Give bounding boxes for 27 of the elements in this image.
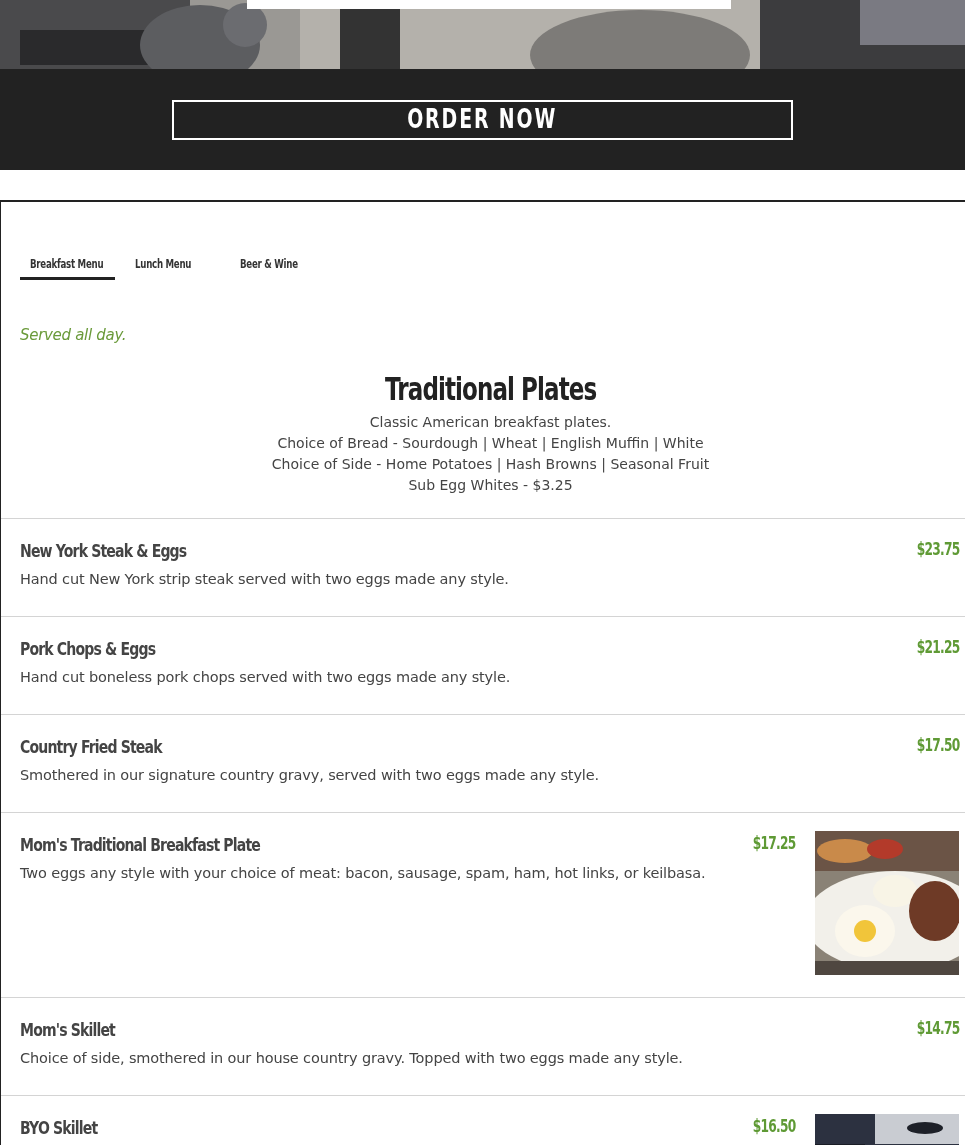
item-description: Hand cut New York strip steak served with two eggs made any style. [20, 569, 510, 589]
item-price: $21.25 [916, 635, 959, 659]
section-description: Classic American breakfast plates. [369, 412, 612, 432]
item-name: Mom's Skillet [20, 1017, 115, 1042]
item-price: $17.50 [916, 733, 959, 757]
item-name: New York Steak & Eggs [20, 538, 187, 563]
item-price: $23.75 [916, 537, 959, 561]
menu-tab[interactable]: Lunch Menu [125, 248, 220, 280]
section-description: Sub Egg Whites - $3.25 [408, 475, 573, 495]
section-description: Choice of Bread - Sourdough | Wheat | English Muffin | White [277, 433, 704, 454]
order-now-button[interactable]: ORDER NOW [172, 99, 793, 140]
menu-tab[interactable]: Breakfast Menu [20, 248, 115, 280]
section-description: Choice of Side - Home Potatoes | Hash Browns | Seasonal Fruit [271, 454, 710, 475]
menu-note: Served all day. [20, 325, 128, 346]
item-name: Mom's Traditional Breakfast Plate [20, 832, 260, 857]
section-title: Traditional Plates [384, 368, 597, 409]
item-price: $17.25 [752, 831, 795, 855]
item-name: Country Fried Steak [20, 734, 162, 759]
item-price: $14.75 [916, 1016, 959, 1040]
item-name: BYO Skillet [20, 1115, 98, 1140]
item-description: Choice of side, smothered in our house country gravy. Topped with two eggs made any style. [20, 1048, 684, 1068]
item-description: Two eggs any style with your choice of meat: bacon, sausage, spam, ham, hot links, or keilbasa. [20, 863, 707, 883]
item-description: Smothered in our signature country gravy, served with two eggs made any style. [20, 765, 600, 785]
menu-tab[interactable]: Beer & Wine [230, 248, 325, 280]
item-price: $16.50 [752, 1114, 795, 1138]
item-description: Hand cut boneless pork chops served with two eggs made any style. [20, 667, 512, 687]
item-name: Pork Chops & Eggs [20, 636, 156, 661]
